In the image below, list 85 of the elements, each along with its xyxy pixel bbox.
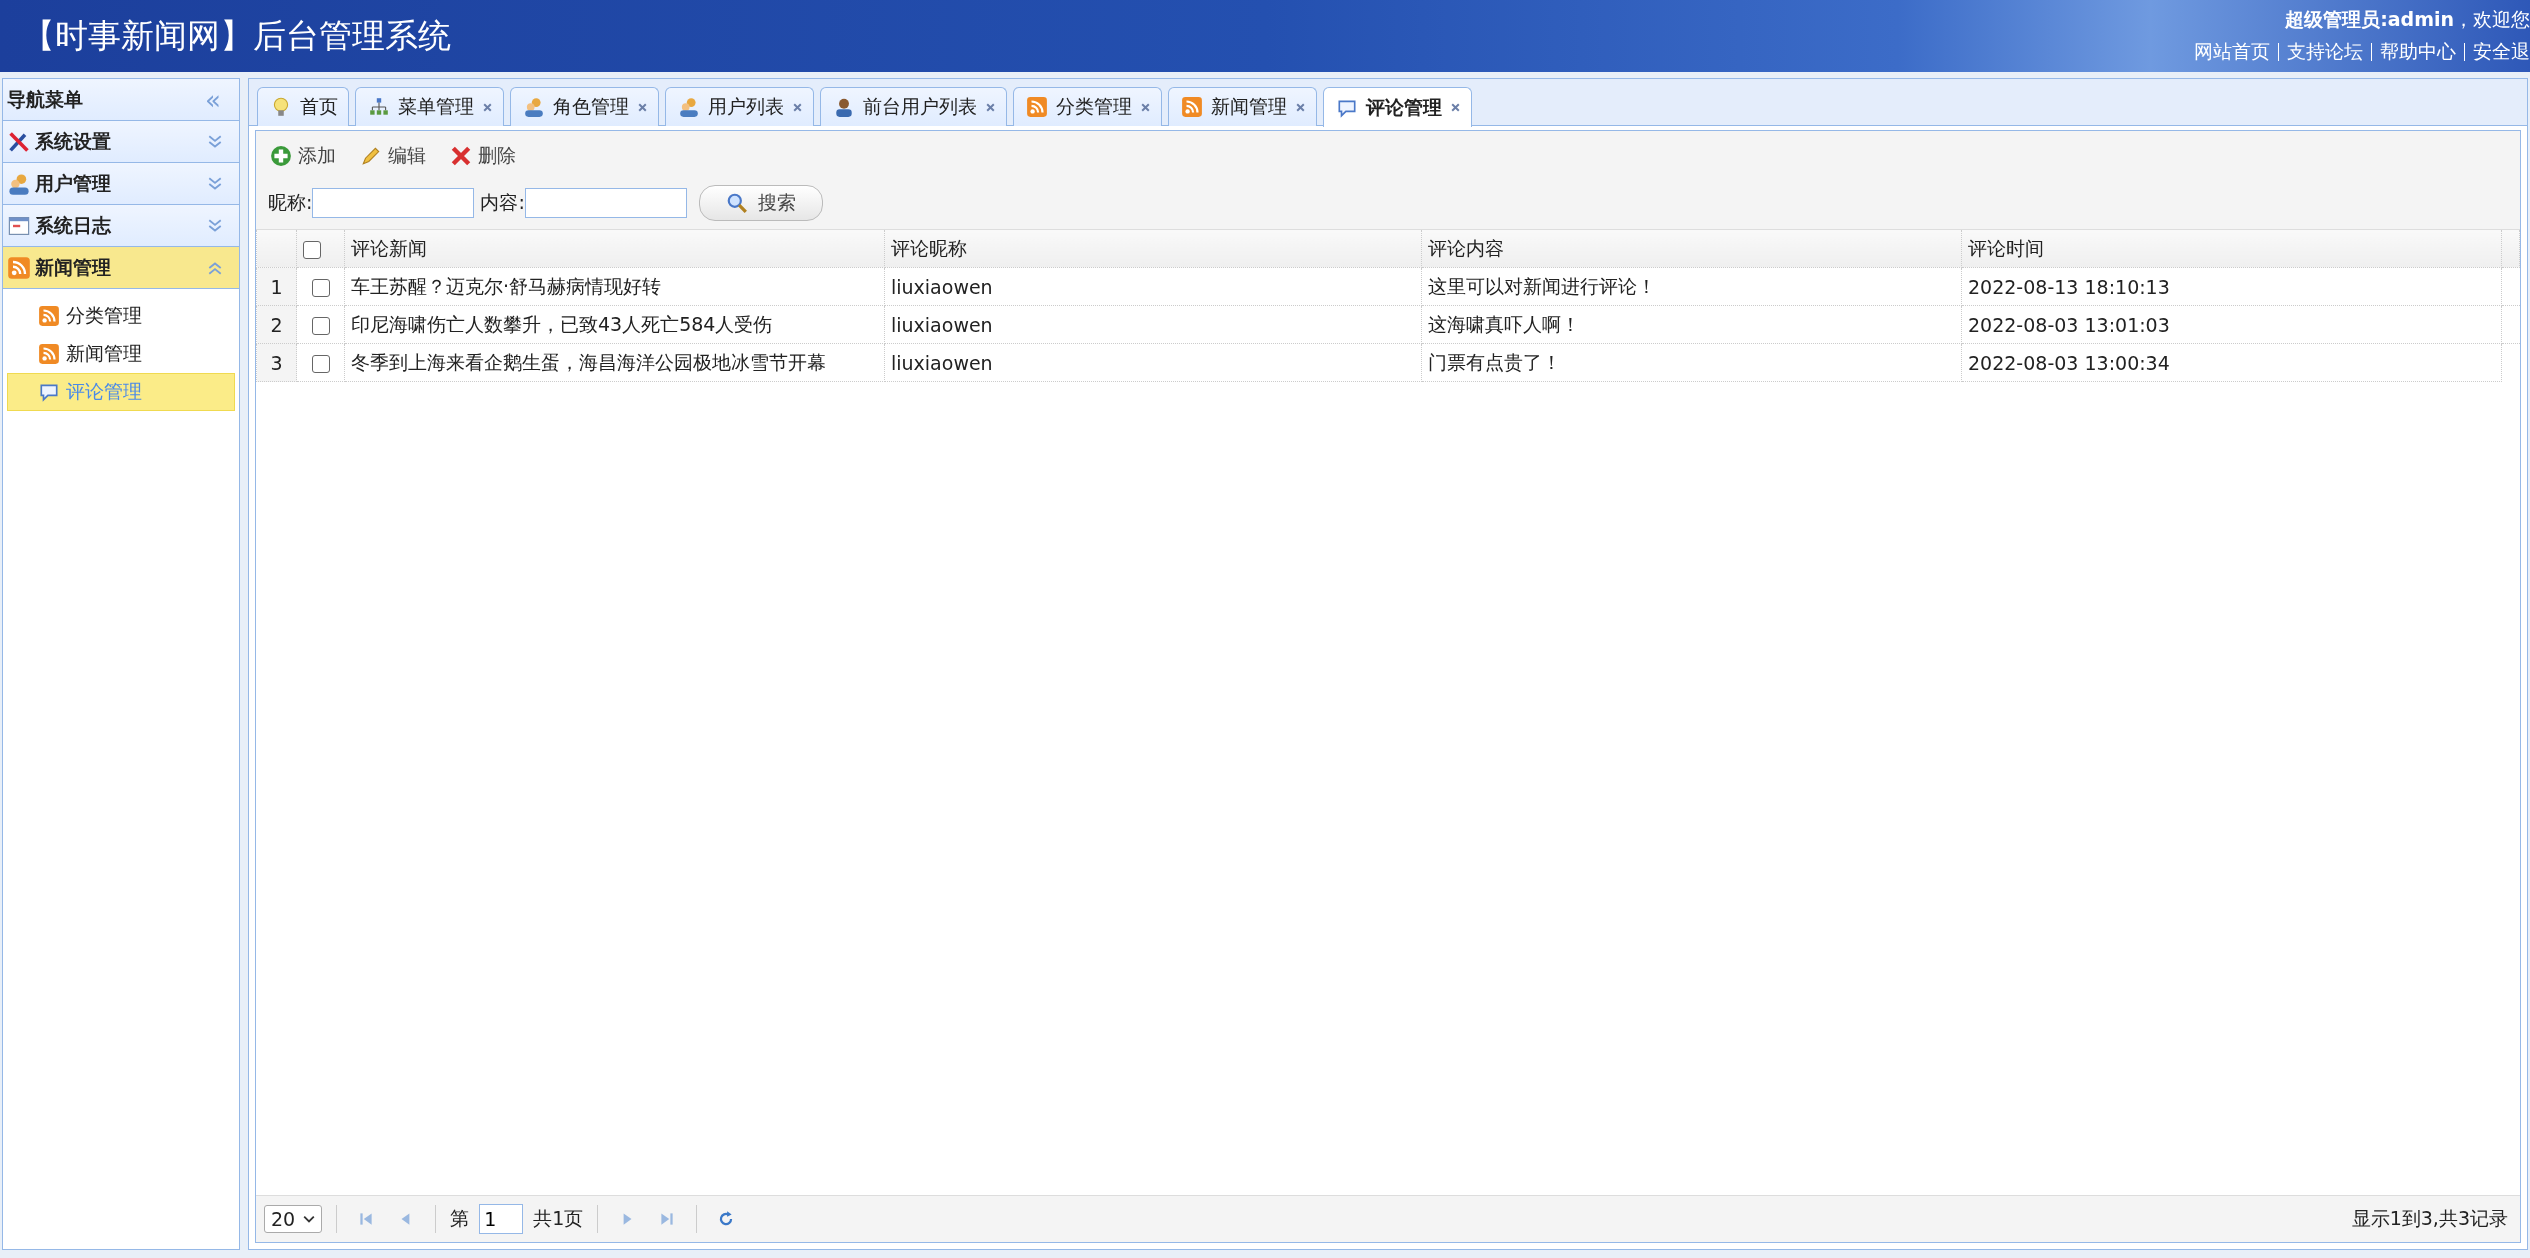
pencil-icon — [360, 145, 382, 167]
close-icon[interactable] — [792, 101, 803, 113]
field-label: 内容: — [480, 190, 525, 215]
header-link[interactable]: 帮助中心 — [2380, 39, 2456, 65]
table-cell: 这海啸真吓人啊！ — [1421, 305, 1962, 344]
close-icon[interactable] — [985, 101, 996, 113]
rss-icon — [7, 255, 31, 280]
users-icon — [523, 96, 545, 118]
table-cell: 门票有点贵了！ — [1421, 343, 1962, 382]
checkbox[interactable] — [311, 317, 330, 335]
group-label: 系统日志 — [35, 212, 112, 238]
close-icon[interactable] — [482, 101, 493, 113]
rss-icon — [38, 305, 60, 327]
input-field[interactable] — [312, 188, 475, 218]
table-cell: 印尼海啸伤亡人数攀升，已致43人死亡584人受伤 — [344, 305, 885, 344]
page-size-select[interactable]: 20 — [264, 1205, 323, 1233]
table-cell: liuxiaowen — [884, 305, 1422, 344]
tab[interactable]: 新闻管理 — [1168, 87, 1317, 126]
header-link[interactable]: 安全退 — [2473, 39, 2530, 65]
search-button[interactable]: 搜索 — [698, 185, 823, 221]
expand-icon — [207, 133, 223, 150]
tab[interactable]: 前台用户列表 — [820, 87, 1007, 126]
table-cell: 2022-08-13 18:10:13 — [1961, 267, 2502, 306]
checkbox[interactable] — [311, 279, 330, 297]
record-summary: 显示1到3,共3记录 — [2351, 1206, 2509, 1231]
sidebar-title: 导航菜单 — [7, 86, 83, 112]
row-number: 3 — [256, 343, 297, 382]
sidebar-group[interactable]: 用户管理 — [3, 163, 239, 205]
close-icon[interactable] — [1295, 101, 1306, 113]
close-icon[interactable] — [1450, 102, 1461, 113]
checkbox[interactable] — [311, 355, 330, 373]
tab[interactable]: 菜单管理 — [355, 87, 504, 126]
sidebar-item[interactable]: 新闻管理 — [7, 335, 235, 373]
table-cell: liuxiaowen — [884, 267, 1422, 306]
tab[interactable]: 评论管理 — [1323, 87, 1472, 127]
table-cell: 这里可以对新闻进行评论！ — [1421, 267, 1962, 306]
table-cell: 2022-08-03 13:01:03 — [1961, 305, 2502, 344]
table-cell: 车王苏醒？迈克尔·舒马赫病情现好转 — [344, 267, 885, 306]
sidebar-group[interactable]: 新闻管理 — [3, 247, 239, 289]
rss-icon — [1181, 96, 1203, 118]
rss-icon — [38, 343, 60, 365]
header-link[interactable]: 支持论坛 — [2287, 39, 2363, 65]
app-title: 【时事新闻网】后台管理系统 — [21, 14, 451, 57]
users-icon — [7, 171, 31, 196]
tab[interactable]: 首页 — [257, 87, 349, 126]
sidebar-group[interactable]: 系统日志 — [3, 205, 239, 247]
table-cell: liuxiaowen — [884, 343, 1422, 382]
table-cell: 2022-08-03 13:00:34 — [1961, 343, 2502, 382]
column-header[interactable]: 评论内容 — [1421, 230, 1962, 268]
toolbar-button[interactable]: 添加 — [268, 141, 338, 171]
close-icon[interactable] — [637, 101, 648, 113]
close-icon[interactable] — [1140, 101, 1151, 113]
tab[interactable]: 用户列表 — [665, 87, 814, 126]
checkbox[interactable] — [303, 241, 321, 259]
column-header[interactable]: 评论时间 — [1961, 230, 2502, 268]
user-icon — [833, 96, 855, 118]
expand-icon — [207, 175, 223, 192]
column-header[interactable]: 评论昵称 — [884, 230, 1422, 268]
welcome-text: 超级管理员:admin，欢迎您 — [2285, 7, 2530, 32]
group-label: 用户管理 — [35, 170, 112, 196]
row-number: 1 — [256, 267, 297, 306]
rss-icon — [1026, 96, 1048, 118]
sidebar-item[interactable]: 分类管理 — [7, 297, 235, 335]
expand-icon — [207, 217, 223, 234]
group-label: 新闻管理 — [35, 254, 112, 280]
delete-icon — [450, 145, 472, 167]
input-field[interactable] — [524, 188, 687, 218]
sidebar-group[interactable]: 系统设置 — [3, 121, 239, 163]
page-label: 第 — [450, 1206, 470, 1231]
tab[interactable]: 角色管理 — [510, 87, 659, 126]
caret-icon — [303, 1215, 316, 1223]
plus-icon — [270, 145, 292, 167]
page-input[interactable]: 1 — [479, 1204, 524, 1234]
group-label: 系统设置 — [35, 128, 112, 154]
users-icon — [678, 96, 700, 118]
toolbar-button[interactable]: 编辑 — [358, 141, 428, 171]
page-total: 共1页 — [533, 1206, 584, 1231]
table-cell: 冬季到上海来看企鹅生蛋，海昌海洋公园极地冰雪节开幕 — [344, 343, 885, 382]
sitemap-icon — [368, 96, 390, 118]
tab[interactable]: 分类管理 — [1013, 87, 1162, 126]
toolbar-button[interactable]: 删除 — [448, 141, 518, 171]
search-icon — [725, 192, 748, 214]
field-label: 昵称: — [268, 190, 313, 215]
column-header[interactable]: 评论新闻 — [344, 230, 885, 268]
row-number: 2 — [256, 305, 297, 344]
